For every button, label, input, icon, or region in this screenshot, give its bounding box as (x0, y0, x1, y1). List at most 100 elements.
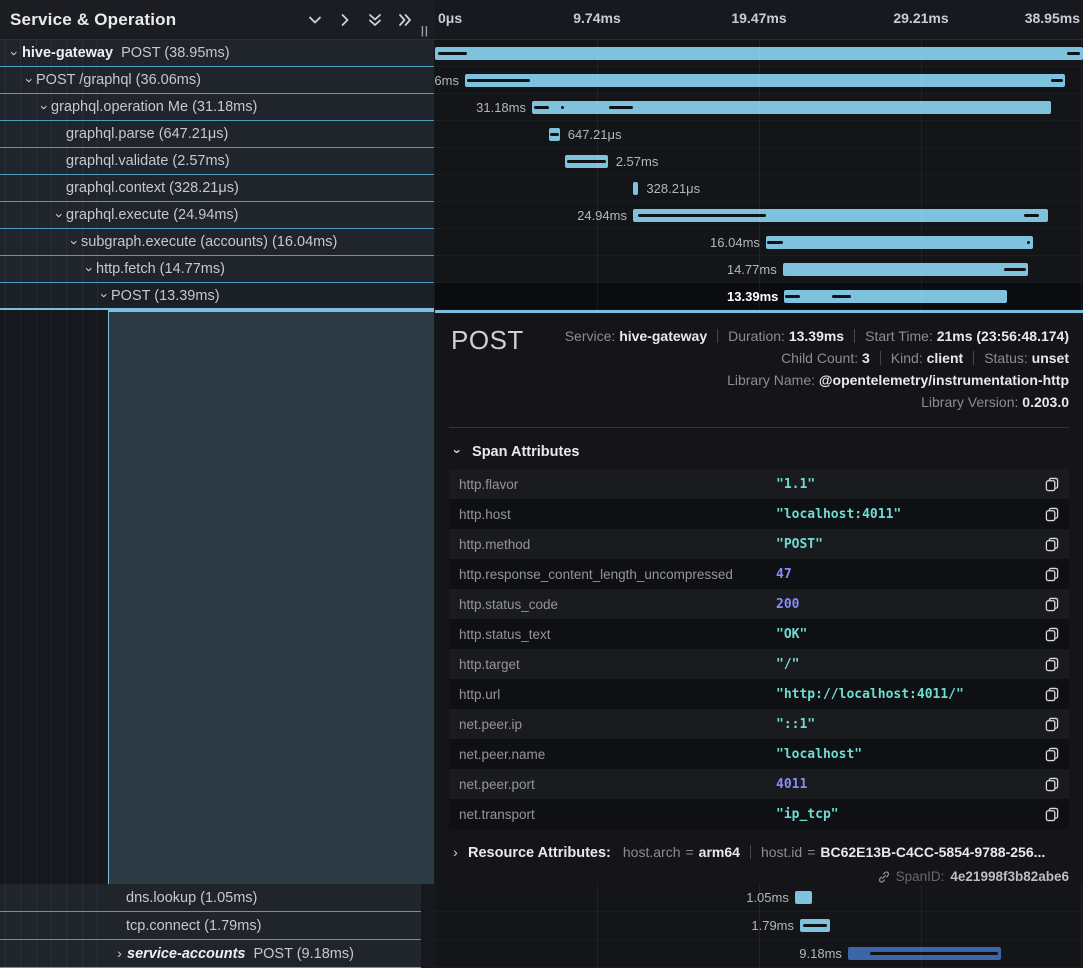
span-bar[interactable] (633, 209, 1048, 222)
double-chevron-down-icon[interactable] (367, 12, 383, 28)
duration-label: 13.39ms (727, 283, 778, 310)
attribute-value: "1.1" (776, 477, 1045, 492)
expand-chevron-icon[interactable]: › (113, 947, 126, 960)
copy-icon[interactable] (1045, 477, 1059, 492)
copy-icon[interactable] (1045, 537, 1059, 552)
collapse-chevron-icon[interactable]: › (38, 101, 51, 114)
service-name: hive-gateway (22, 45, 113, 61)
span-bar[interactable] (800, 919, 830, 932)
span-bar[interactable] (565, 155, 608, 168)
chevron-right-icon[interactable] (337, 12, 353, 28)
child-span-marker (767, 241, 783, 244)
axis-tick-label: 29.21ms (893, 10, 948, 26)
copy-icon[interactable] (1045, 657, 1059, 672)
attribute-value: "::1" (776, 717, 1045, 732)
span-detail-panel: POST Service: hive-gatewayDuration: 13.3… (435, 310, 1083, 884)
resource-value: arm64 (699, 844, 740, 860)
service-name: service-accounts (127, 946, 245, 962)
span-bar[interactable] (435, 47, 1083, 60)
duration-label: 31.18ms (476, 94, 526, 121)
operation-name: graphql.execute (24.94ms) (66, 207, 239, 223)
span-row[interactable]: tcp.connect (1.79ms) (0, 912, 421, 940)
meta-value: 13.39ms (789, 328, 844, 344)
copy-icon[interactable] (1045, 597, 1059, 612)
operation-name: graphql.context (328.21μs) (66, 180, 239, 196)
copy-icon[interactable] (1045, 507, 1059, 522)
collapse-chevron-icon[interactable]: › (68, 236, 81, 249)
span-meta-line4: Library Version: 0.203.0 (449, 391, 1069, 413)
child-span-marker (567, 160, 606, 163)
span-bar[interactable] (784, 290, 1007, 303)
copy-icon[interactable] (1045, 567, 1059, 582)
timeline-row: 2.57ms (435, 148, 1083, 175)
span-attributes-table: http.flavor"1.1"http.host"localhost:4011… (449, 469, 1069, 829)
span-row[interactable]: ›graphql.execute (24.94ms) (0, 202, 434, 229)
span-bar[interactable] (549, 128, 560, 141)
span-row[interactable]: ›POST /graphql (36.06ms) (0, 67, 434, 94)
span-bar[interactable] (795, 891, 812, 904)
meta-separator (854, 329, 855, 343)
copy-icon[interactable] (1045, 747, 1059, 762)
operation-name: http.fetch (14.77ms) (96, 261, 225, 277)
span-row[interactable]: graphql.validate (2.57ms) (0, 148, 434, 175)
span-id-row: SpanID:4e21998f3b82abe6 (449, 869, 1069, 884)
meta-value: hive-gateway (619, 328, 707, 344)
span-row[interactable]: ›subgraph.execute (accounts) (16.04ms) (0, 229, 434, 256)
attribute-row: http.target"/" (449, 649, 1069, 679)
collapse-chevron-icon[interactable]: › (23, 74, 36, 87)
child-span-marker (438, 52, 466, 55)
copy-icon[interactable] (1045, 627, 1059, 642)
chevron-right-icon[interactable]: › (449, 846, 462, 859)
span-row[interactable]: ›POST (13.39ms) (0, 283, 434, 310)
span-bar[interactable] (465, 74, 1065, 87)
attribute-value: "localhost" (776, 747, 1045, 762)
span-row[interactable]: graphql.parse (647.21μs) (0, 121, 434, 148)
attribute-value: 47 (776, 567, 1045, 582)
span-row[interactable]: dns.lookup (1.05ms) (0, 884, 421, 912)
span-bar[interactable] (532, 101, 1051, 114)
span-bar[interactable] (633, 182, 638, 195)
double-chevron-right-icon[interactable] (397, 12, 413, 28)
copy-icon[interactable] (1045, 807, 1059, 822)
attribute-key: http.url (459, 687, 776, 702)
timeline-row: 647.21μs (435, 121, 1083, 148)
attribute-row: http.host"localhost:4011" (449, 499, 1069, 529)
span-id-label: SpanID: (896, 869, 945, 884)
meta-value: 3 (862, 350, 870, 366)
span-meta-line2: Child Count: 3Kind: clientStatus: unset (449, 347, 1069, 369)
resource-attributes-items: host.arch=arm64host.id=BC62E13B-C4CC-585… (623, 844, 1045, 860)
link-icon[interactable] (877, 870, 891, 884)
span-row[interactable]: ›hive-gatewayPOST (38.95ms) (0, 40, 434, 67)
span-attributes-toggle[interactable]: › Span Attributes (451, 444, 1069, 460)
meta-value: unset (1032, 350, 1069, 366)
collapse-chevron-icon[interactable]: › (98, 289, 111, 302)
copy-icon[interactable] (1045, 717, 1059, 732)
axis-tick-label: 9.74ms (573, 10, 620, 26)
attribute-value: "POST" (776, 537, 1045, 552)
meta-value: 21ms (23:56:48.174) (937, 328, 1069, 344)
copy-icon[interactable] (1045, 777, 1059, 792)
collapse-chevron-icon[interactable]: › (53, 209, 66, 222)
resource-attributes-row: ›Resource Attributes:host.arch=arm64host… (449, 844, 1069, 861)
timeline-row: 1.79ms (435, 912, 1083, 940)
meta-separator (750, 845, 751, 859)
duration-label: 328.21μs (646, 175, 700, 202)
child-span-marker (1024, 214, 1039, 217)
timeline-row: 9.18ms (435, 940, 1083, 968)
span-bar[interactable] (766, 236, 1033, 249)
collapse-chevron-icon[interactable]: › (83, 263, 96, 276)
attribute-row: net.peer.name"localhost" (449, 739, 1069, 769)
span-bar[interactable] (848, 947, 1001, 960)
timeline-row: 36.06ms (435, 67, 1083, 94)
copy-icon[interactable] (1045, 687, 1059, 702)
span-row[interactable]: ›http.fetch (14.77ms) (0, 256, 434, 283)
panel-resize-handle[interactable]: || (421, 25, 429, 37)
chevron-down-icon[interactable] (307, 12, 323, 28)
span-row[interactable]: ›service-accountsPOST (9.18ms) (0, 940, 421, 968)
span-row[interactable]: ›graphql.operation Me (31.18ms) (0, 94, 434, 121)
collapse-chevron-icon[interactable]: › (8, 47, 21, 60)
attribute-value: 4011 (776, 777, 1045, 792)
tree-header-icons (307, 12, 425, 28)
span-bar[interactable] (783, 263, 1029, 276)
span-row[interactable]: graphql.context (328.21μs) (0, 175, 434, 202)
